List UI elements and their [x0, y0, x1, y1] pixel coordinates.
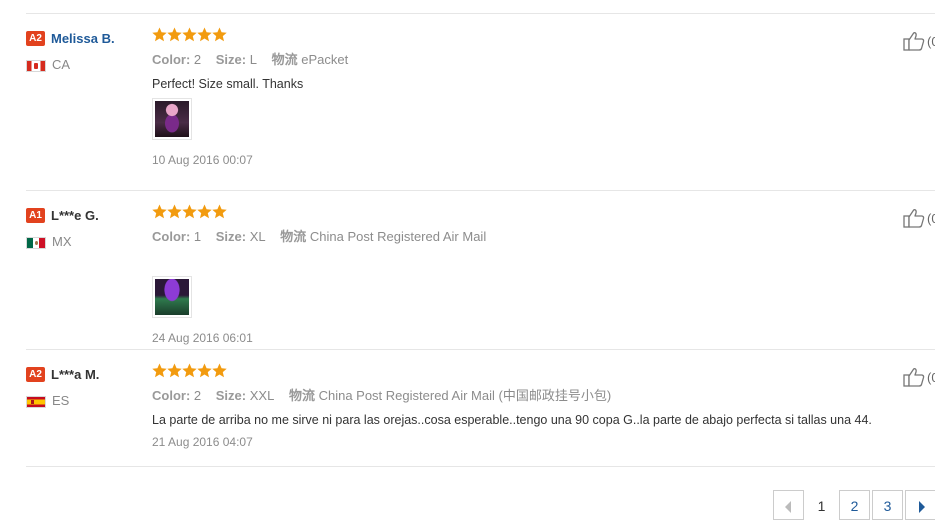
- review-date: 10 Aug 2016 00:07: [152, 153, 253, 167]
- reviewer-country: MX: [26, 234, 146, 250]
- color-label: Color:: [152, 52, 191, 67]
- star-rating: [152, 27, 912, 45]
- size-label: Size:: [215, 229, 247, 244]
- five-stars-icon: [152, 204, 227, 219]
- color-value: 2: [193, 388, 202, 403]
- thumbs-up-icon: [903, 209, 925, 228]
- review-date: 24 Aug 2016 06:01: [152, 331, 253, 345]
- buyer-level-badge: A2: [26, 31, 45, 47]
- helpful-button[interactable]: (0): [903, 367, 935, 387]
- thumbs-up-icon: [903, 32, 925, 51]
- shipping-value: ePacket: [301, 52, 349, 67]
- reviewer-country: ES: [26, 393, 146, 409]
- reviewer-name[interactable]: Melissa B.: [51, 31, 115, 46]
- helpful-button[interactable]: (0): [903, 208, 935, 228]
- size-value: XXL: [249, 388, 275, 403]
- buyer-level-badge: A1: [26, 208, 45, 224]
- review-photos: [152, 98, 912, 142]
- buyer-level-badge: A2: [26, 367, 45, 383]
- helpful-count: (0): [927, 369, 935, 385]
- color-label: Color:: [152, 388, 191, 403]
- size-value: XL: [249, 229, 266, 244]
- shipping-value: China Post Registered Air Mail: [309, 229, 487, 244]
- review-content: Color: 2 Size: L 物流 ePacket Perfect! Siz…: [152, 27, 912, 167]
- reviewer-name: L***a M.: [51, 367, 100, 383]
- order-info: Color: 2 Size: XXL 物流 China Post Registe…: [152, 385, 912, 404]
- reviewer-info: A2 Melissa B. CA: [26, 30, 146, 73]
- shipping-label: 物流: [288, 388, 315, 403]
- shipping-value: China Post Registered Air Mail (中国邮政挂号小包…: [318, 388, 612, 403]
- shipping-label: 物流: [271, 52, 298, 67]
- five-stars-icon: [152, 363, 227, 378]
- country-code: ES: [52, 393, 70, 408]
- country-code: MX: [52, 234, 72, 249]
- order-info: Color: 2 Size: L 物流 ePacket: [152, 49, 912, 68]
- helpful-count: (0): [927, 33, 935, 49]
- flag-mexico-icon: [26, 236, 46, 249]
- size-value: L: [249, 52, 257, 67]
- flag-canada-icon: [26, 59, 46, 72]
- size-label: Size:: [215, 52, 247, 67]
- reviewer-country: CA: [26, 57, 146, 73]
- review-text: Perfect! Size small. Thanks: [152, 77, 304, 91]
- country-code: CA: [52, 57, 71, 72]
- review-content: Color: 1 Size: XL 物流 China Post Register…: [152, 204, 912, 345]
- review-item: A2 L***a M. ES Color: 2 Size: XXL 物流 Chi…: [26, 350, 935, 467]
- reviewer-name: L***e G.: [51, 208, 99, 224]
- helpful-button[interactable]: (0): [903, 31, 935, 51]
- flag-spain-icon: [26, 395, 46, 408]
- review-content: Color: 2 Size: XXL 物流 China Post Registe…: [152, 363, 912, 449]
- order-info: Color: 1 Size: XL 物流 China Post Register…: [152, 226, 912, 245]
- reviewer-info: A1 L***e G. MX: [26, 207, 146, 250]
- review-text: La parte de arriba no me sirve ni para l…: [152, 413, 872, 427]
- color-label: Color:: [152, 229, 191, 244]
- review-date: 21 Aug 2016 04:07: [152, 435, 253, 449]
- review-photo-thumbnail[interactable]: [152, 98, 192, 140]
- shipping-label: 物流: [280, 229, 307, 244]
- review-list: A2 Melissa B. CA Color: 2 Size: L 物流 ePa…: [26, 13, 935, 467]
- color-value: 1: [193, 229, 202, 244]
- reviewer-info: A2 L***a M. ES: [26, 366, 146, 409]
- review-photo-thumbnail[interactable]: [152, 276, 192, 318]
- thumbs-up-icon: [903, 368, 925, 387]
- review-item: A2 Melissa B. CA Color: 2 Size: L 物流 ePa…: [26, 14, 935, 191]
- review-photos: [152, 276, 912, 320]
- review-text: [152, 254, 912, 269]
- review-item: A1 L***e G. MX Color: 1 Size: XL 物流 Chin…: [26, 191, 935, 350]
- star-rating: [152, 363, 912, 381]
- helpful-count: (0): [927, 210, 935, 226]
- star-rating: [152, 204, 912, 222]
- color-value: 2: [193, 52, 202, 67]
- size-label: Size:: [215, 388, 247, 403]
- five-stars-icon: [152, 27, 227, 42]
